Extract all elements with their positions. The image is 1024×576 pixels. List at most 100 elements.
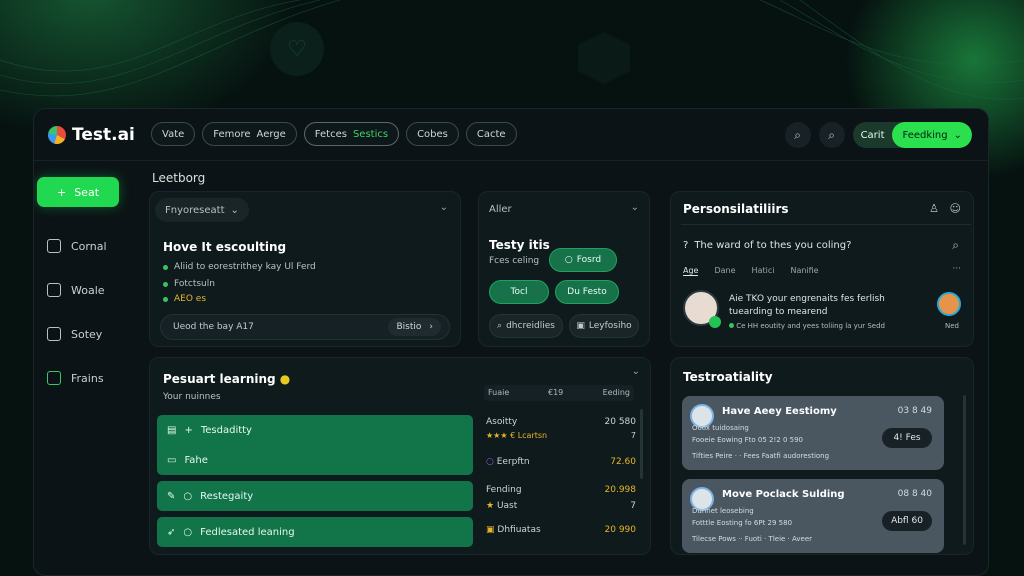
table-row[interactable]: Asoitty 20 580 — [486, 417, 636, 427]
card-line: Fotctsuln — [163, 279, 215, 289]
quest-line: Fotttle Eosting fo 6Pt 29 580 — [692, 519, 793, 527]
learning-row[interactable]: ➶ ○ Fedlesated leaning — [157, 517, 473, 547]
card-line: Aliid to eorestrithey kay Ul Ferd — [163, 262, 316, 272]
scrollbar[interactable] — [963, 395, 966, 545]
tab-1[interactable]: Vate — [151, 122, 196, 146]
learning-row-group[interactable]: ▤ + Tesdaditty ▭ Fahe — [157, 415, 473, 475]
star-rating: ★★★ — [486, 431, 508, 440]
row-sub: € Lcartsn — [510, 431, 548, 440]
tab-sub: Aerge — [256, 128, 286, 140]
row-value: 72.60 — [610, 457, 636, 467]
chevron-right-icon: › — [429, 322, 433, 332]
message-line: tuearding to mearend — [729, 307, 828, 317]
search-icon[interactable]: ⌕ — [818, 122, 845, 148]
card-title: Personsilatiliirs — [683, 202, 789, 216]
sidebar-item-4[interactable]: Frains — [47, 371, 104, 385]
quest-line: Ooox tuidosaing — [692, 424, 749, 432]
pill-label: dhcreidlies — [506, 321, 555, 331]
pill-button[interactable]: Tocl — [489, 280, 549, 304]
user-icon[interactable]: ♙ — [929, 202, 939, 215]
sub-tab[interactable]: Dane — [714, 266, 735, 276]
search-icon: ⌕ — [497, 321, 503, 331]
quest-button[interactable]: Abfl 60 — [882, 511, 932, 531]
pill-button[interactable]: ⌕ dhcreidlies — [489, 314, 563, 338]
action-combo[interactable]: Carit Feedking ⌄ — [852, 122, 972, 148]
sub-tab[interactable]: Nanifie — [790, 266, 818, 276]
pill-button[interactable]: ○ Fosrd — [549, 248, 617, 272]
more-icon[interactable]: ··· — [952, 264, 961, 274]
pill-button[interactable]: ▣ Leyfosiho — [569, 314, 639, 338]
cart-label[interactable]: Carit — [853, 122, 893, 148]
app-name: Test.ai — [72, 125, 135, 145]
image-icon: ▣ — [576, 321, 585, 331]
quest-title: Move Poclack Sulding — [722, 489, 845, 500]
sidebar-item-2[interactable]: Woale — [47, 283, 105, 297]
filter-select[interactable]: Fnyoreseatt ⌄ — [155, 198, 249, 222]
row-value: 20 580 — [604, 417, 637, 427]
tab-label: Cobes — [417, 128, 448, 140]
learning-row: ▤ + Tesdaditty — [167, 423, 252, 437]
footer-button[interactable]: Bistio › — [388, 318, 441, 336]
row-value: 20.998 — [604, 485, 637, 495]
question: ? The ward of to thes you coling? — [683, 240, 851, 251]
row-value: 20 990 — [604, 525, 637, 535]
quest-card[interactable]: Move Poclack Sulding Dunnet leosebing Fo… — [682, 479, 944, 553]
row-name: Asoitty — [486, 417, 518, 427]
more-icon[interactable]: ⌄ — [632, 366, 640, 377]
tab-3[interactable]: Fetces Sestics — [303, 122, 400, 146]
chevron-down-icon[interactable]: ⌄ — [440, 202, 448, 213]
plus-icon: + — [56, 185, 67, 199]
row-name: Eerpftn — [496, 457, 530, 467]
logo-icon — [48, 126, 66, 144]
table-row[interactable]: ▣ Dhfiuatas 20 990 — [486, 525, 636, 535]
quest-button[interactable]: 4! Fes — [882, 428, 932, 448]
message-sub: Ce HH eoutity and yees toliing la yur Se… — [736, 322, 886, 330]
plus-icon: + — [184, 424, 193, 436]
status-dot — [729, 323, 734, 328]
learning-row[interactable]: ✎ ○ Restegaity — [157, 481, 473, 511]
quest-line: Dunnet leosebing — [692, 507, 754, 515]
column-header: €19 — [548, 388, 564, 397]
sidebar-item-1[interactable]: Cornal — [47, 239, 107, 253]
sidebar-item-3[interactable]: Sotey — [47, 327, 102, 341]
chevron-down-icon[interactable]: ⌄ — [631, 202, 639, 213]
row-label: Fahe — [184, 454, 208, 466]
filter-select[interactable]: Aller — [489, 204, 512, 215]
quest-number: 03 8 49 — [897, 406, 932, 416]
row-label: Restegaity — [200, 490, 254, 502]
tab-4[interactable]: Cobes — [406, 122, 459, 146]
sub-tab[interactable]: Age — [683, 266, 699, 276]
start-button[interactable]: + Seat — [37, 177, 119, 207]
table-row[interactable]: Fending 20.998 — [486, 485, 636, 495]
card-title: Testy itis — [489, 238, 550, 252]
action-button[interactable]: Feedking ⌄ — [892, 122, 972, 148]
pencil-icon: ✎ — [167, 490, 176, 502]
tab-2[interactable]: Femore Aerge — [202, 122, 297, 146]
box-icon: ▣ — [486, 525, 495, 535]
search-icon[interactable]: ⌕ — [784, 122, 811, 148]
logo[interactable]: Test.ai — [48, 125, 135, 145]
search-icon[interactable]: ⌕ — [952, 238, 959, 253]
help-icon: ? — [683, 240, 689, 251]
scrollbar[interactable] — [640, 409, 643, 479]
message-line: Ce HH eoutity and yees toliing la yur Se… — [729, 322, 885, 330]
card-personalities: Personsilatiliirs ♙ ☺ ? The ward of to th… — [670, 191, 974, 347]
pill-label: Leyfosiho — [588, 321, 632, 331]
footer-button-label: Bistio — [396, 322, 422, 332]
tab-sub: Sestics — [352, 128, 389, 140]
title-text: Pesuart learning — [163, 372, 276, 386]
quest-line: Tifties Peire · · Fees Faatfi audorestio… — [692, 452, 830, 460]
sub-tab[interactable]: Hatici — [752, 266, 775, 276]
topbar: Test.ai Vate Femore Aerge Fetces Sestics C… — [34, 109, 988, 161]
quest-card[interactable]: Have Aeey Eestiomy Ooox tuidosaing Fooei… — [682, 396, 944, 470]
section-title: Leetborg — [152, 171, 206, 185]
settings-icon[interactable]: ☺ — [950, 202, 961, 215]
table-row[interactable]: ○ Eerpftn 72.60 — [486, 457, 636, 467]
tab-5[interactable]: Cacte — [465, 122, 517, 146]
pill-button[interactable]: Du Festo — [555, 280, 619, 304]
footer-bar[interactable]: Ueod the bay A17 Bistio › — [160, 314, 450, 340]
avatar[interactable] — [937, 292, 961, 316]
avatar-label: Ned — [945, 322, 959, 330]
image-icon — [47, 283, 61, 297]
status-dot — [163, 296, 168, 302]
